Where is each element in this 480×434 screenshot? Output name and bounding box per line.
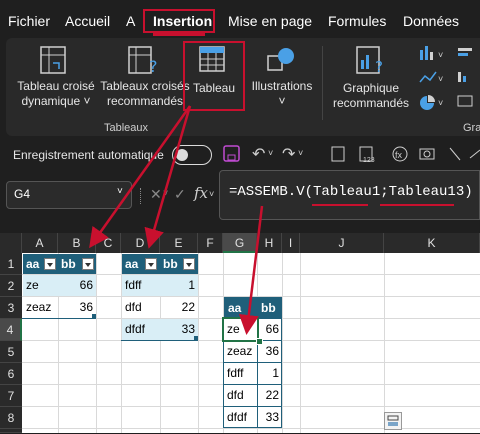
arrow-to-table13	[144, 105, 192, 249]
arrow-to-table1	[89, 105, 192, 249]
annotation-arrows	[89, 105, 264, 335]
arrow-to-spill	[238, 205, 264, 335]
